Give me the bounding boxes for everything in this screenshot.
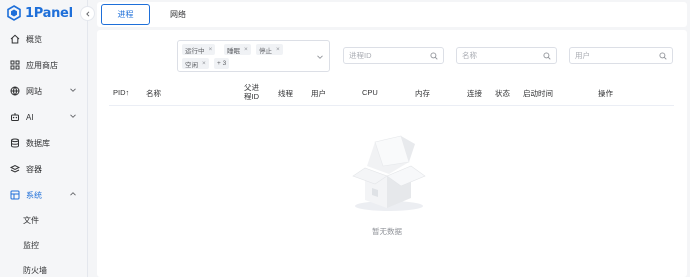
column-header-label: 内存	[415, 89, 430, 98]
sidebar-item-label: AI	[26, 112, 34, 122]
sidebar-item-label: 系统	[26, 190, 42, 200]
sidebar-subitem-label: 文件	[23, 216, 39, 225]
chevron-left-icon	[85, 10, 89, 17]
empty-state-text: 暂无数据	[372, 227, 402, 236]
table-header-divider	[109, 105, 674, 106]
column-header-label: 操作	[598, 89, 613, 98]
column-header-connections: 连接	[467, 88, 482, 99]
sidebar-subitem-firewall[interactable]: 防火墙	[0, 258, 88, 277]
process-panel: 运行中 × 睡眠 × 停止 × 空闲 × + 3 进程ID 名称 用户 PID↑ 名称 …	[97, 30, 687, 277]
status-tag-label: 停止	[259, 47, 272, 55]
sidebar-item-overview[interactable]: 概览	[0, 26, 88, 52]
sidebar-item-system[interactable]: 系统	[0, 182, 88, 208]
sidebar-subitem-label: 防火墙	[23, 266, 47, 275]
close-icon[interactable]: ×	[202, 60, 206, 67]
status-tag: 睡眠 ×	[224, 44, 251, 55]
sidebar-item-database[interactable]: 数据库	[0, 130, 88, 156]
sidebar-nav: 概览 应用商店 网站 AI 数据库 容器 系统 文件 监控 防火墙	[0, 26, 88, 277]
app-logo[interactable]: 1Panel	[6, 4, 73, 22]
sort-icon[interactable]: ↑	[126, 88, 130, 97]
sidebar-subitem-files[interactable]: 文件	[0, 208, 88, 233]
close-icon[interactable]: ×	[276, 46, 280, 53]
sidebar: 1Panel 概览 应用商店 网站 AI 数据库 容器 系统 文件 监控 防火墙	[0, 0, 88, 277]
logo-text: 1Panel	[25, 5, 73, 21]
column-header-label: PID	[113, 88, 126, 97]
tab-label: 进程	[117, 10, 134, 19]
sidebar-item-label: 应用商店	[26, 60, 58, 70]
column-header-label: 父进程ID	[244, 83, 259, 101]
chevron-up-icon	[70, 192, 76, 196]
sidebar-item-label: 概览	[26, 34, 42, 44]
search-icon[interactable]	[430, 52, 438, 60]
sidebar-subitem-monitor[interactable]: 监控	[0, 233, 88, 258]
sidebar-item-website[interactable]: 网站	[0, 78, 88, 104]
pid-search-input[interactable]: 进程ID	[343, 47, 444, 64]
column-header-label: 用户	[311, 89, 326, 98]
chevron-down-icon	[317, 55, 323, 59]
column-header-label: 连接	[467, 89, 482, 98]
column-header-actions: 操作	[598, 88, 613, 99]
column-header-threads: 线程	[278, 88, 293, 99]
tab-bar: 进程 网络	[97, 2, 687, 27]
column-header-label: CPU	[362, 88, 378, 97]
apps-grid-icon	[10, 60, 20, 70]
sidebar-item-app-store[interactable]: 应用商店	[0, 52, 88, 78]
sidebar-item-ai[interactable]: AI	[0, 104, 88, 130]
column-header-user: 用户	[311, 88, 326, 99]
column-header-status: 状态	[495, 88, 510, 99]
column-header-cpu: CPU	[362, 88, 378, 97]
status-tag: 空闲 ×	[182, 58, 209, 69]
sidebar-item-label: 数据库	[26, 138, 50, 148]
column-header-name: 名称	[146, 88, 161, 99]
status-tag: 停止 ×	[256, 44, 283, 55]
column-header-ppid: 父进程ID	[244, 83, 266, 101]
search-icon[interactable]	[543, 52, 551, 60]
user-search-input[interactable]: 用户	[569, 47, 673, 64]
status-tag-label: 运行中	[185, 47, 205, 55]
logo-icon	[7, 5, 21, 21]
home-icon	[10, 34, 20, 44]
column-header-label: 启动时间	[523, 89, 553, 98]
pid-search-placeholder: 进程ID	[349, 51, 372, 60]
column-header-label: 线程	[278, 89, 293, 98]
close-icon[interactable]: ×	[244, 46, 248, 53]
chevron-down-icon	[70, 88, 76, 92]
close-icon[interactable]: ×	[209, 46, 213, 53]
search-icon[interactable]	[659, 52, 667, 60]
name-search-placeholder: 名称	[462, 51, 477, 60]
user-search-placeholder: 用户	[575, 51, 590, 60]
robot-icon	[10, 112, 20, 122]
column-header-label: 状态	[495, 89, 510, 98]
column-header-start-time: 启动时间	[523, 88, 553, 99]
status-tag-label: 空闲	[185, 61, 198, 69]
empty-box-illustration	[352, 135, 426, 211]
globe-icon	[10, 86, 20, 96]
column-header-label: 名称	[146, 89, 161, 98]
more-tags-count: + 3	[214, 58, 230, 69]
tab-process[interactable]: 进程	[101, 4, 150, 25]
status-filter-select[interactable]: 运行中 × 睡眠 × 停止 × 空闲 × + 3	[177, 40, 330, 72]
column-header-memory: 内存	[415, 88, 430, 99]
sidebar-item-label: 容器	[26, 164, 42, 174]
tab-label: 网络	[170, 10, 186, 19]
status-tag-label: 睡眠	[227, 47, 240, 55]
container-icon	[10, 164, 20, 174]
status-tag: 运行中 ×	[182, 44, 216, 55]
collapse-sidebar-button[interactable]	[80, 6, 95, 21]
name-search-input[interactable]: 名称	[456, 47, 557, 64]
column-header-pid[interactable]: PID↑	[113, 88, 129, 97]
database-icon	[10, 138, 20, 148]
tab-network[interactable]: 网络	[159, 4, 197, 25]
system-icon	[10, 190, 20, 200]
sidebar-subitem-label: 监控	[23, 241, 39, 250]
more-tags-label: + 3	[217, 60, 227, 67]
chevron-down-icon	[70, 114, 76, 118]
sidebar-item-label: 网站	[26, 86, 42, 96]
sidebar-item-container[interactable]: 容器	[0, 156, 88, 182]
